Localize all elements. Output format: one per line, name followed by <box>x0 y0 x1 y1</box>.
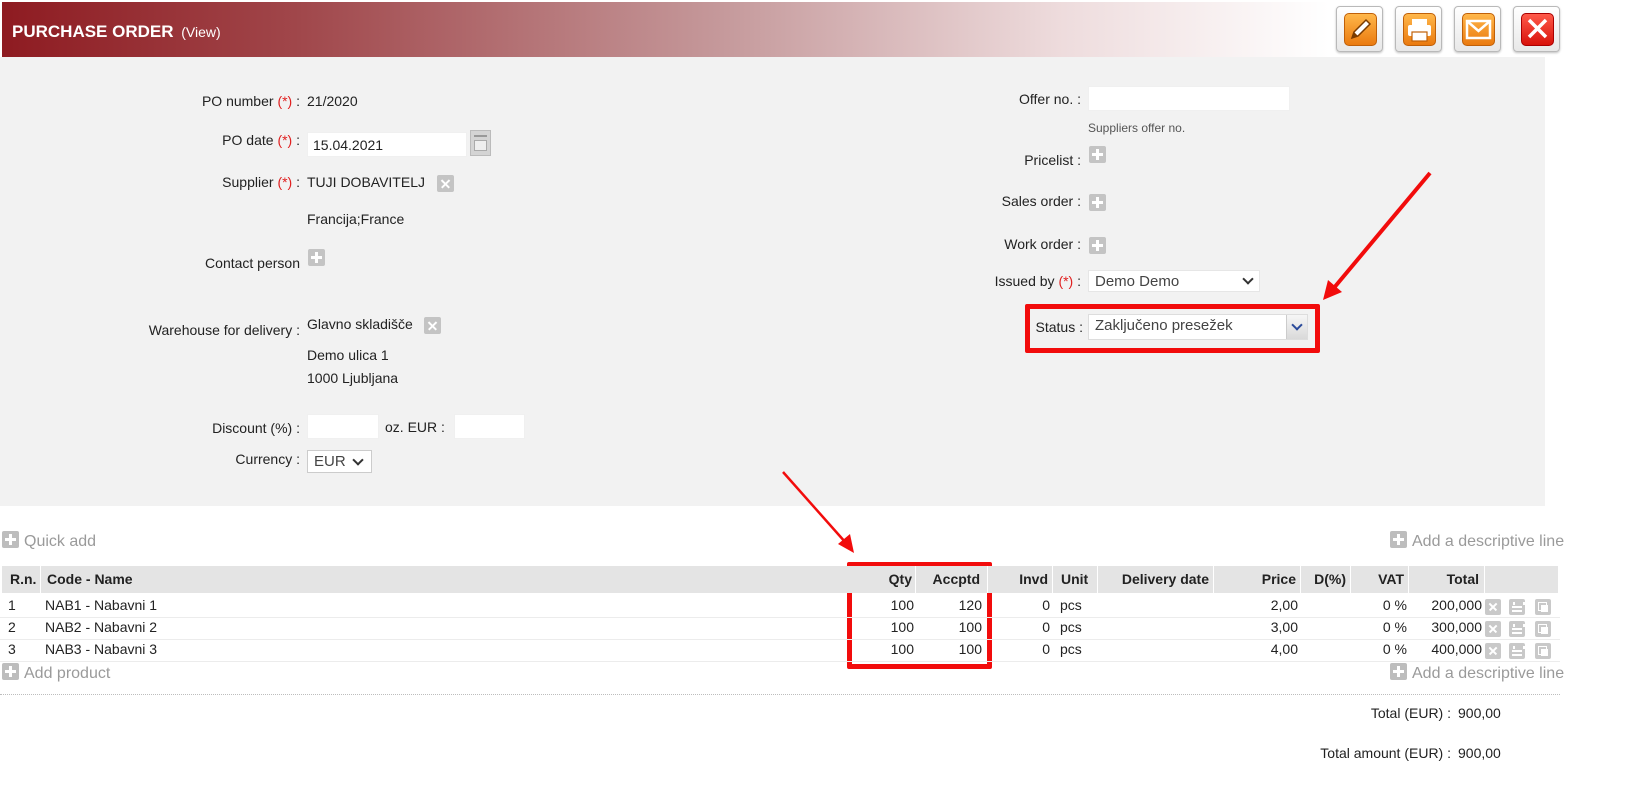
total-eur-label: Total (EUR) : <box>1370 705 1451 721</box>
row-divider <box>0 617 1560 618</box>
quick-add-link[interactable]: Quick add <box>2 531 96 551</box>
add-descriptive-line-link-bottom[interactable]: Add a descriptive line <box>1390 663 1564 683</box>
plus-icon <box>1390 531 1407 548</box>
cell-code[interactable]: NAB2 - Nabavni 2 <box>45 619 157 635</box>
cell-rn: 3 <box>8 641 16 657</box>
total-eur-value: 900,00 <box>1458 705 1501 721</box>
delete-row-icon[interactable] <box>1485 621 1501 637</box>
col-qty: Qty <box>888 571 912 587</box>
qty-arrow <box>782 471 847 544</box>
col-price: Price <box>1261 571 1296 587</box>
col-discount: D(%) <box>1314 571 1346 587</box>
move-row-icon[interactable] <box>1509 643 1525 659</box>
cell-vat: 0 % <box>1382 597 1407 613</box>
delete-row-icon[interactable] <box>1485 599 1501 615</box>
totals-divider <box>0 694 1560 695</box>
cell-code[interactable]: NAB1 - Nabavni 1 <box>45 597 157 613</box>
cell-total: 400,000 <box>1431 641 1482 657</box>
plus-icon <box>1390 663 1407 680</box>
cell-code[interactable]: NAB3 - Nabavni 3 <box>45 641 157 657</box>
col-code-name: Code - Name <box>47 571 133 587</box>
cell-vat: 0 % <box>1382 619 1407 635</box>
cell-qty: 100 <box>890 641 914 657</box>
col-unit: Unit <box>1061 571 1089 587</box>
total-amount-value: 900,00 <box>1458 745 1501 761</box>
move-row-icon[interactable] <box>1509 621 1525 637</box>
cell-accptd: 100 <box>958 619 982 635</box>
cell-unit: pcs <box>1060 641 1082 657</box>
copy-row-icon[interactable] <box>1535 643 1551 659</box>
row-divider <box>0 661 1560 662</box>
copy-row-icon[interactable] <box>1535 621 1551 637</box>
cell-price: 3,00 <box>1270 619 1298 635</box>
table-header: R.n. Code - Name Qty Accptd Invd Unit De… <box>2 566 1558 593</box>
cell-invd: 0 <box>1042 619 1050 635</box>
cell-vat: 0 % <box>1382 641 1407 657</box>
plus-icon <box>2 531 19 548</box>
col-invd: Invd <box>1019 571 1048 587</box>
cell-invd: 0 <box>1042 641 1050 657</box>
delete-row-icon[interactable] <box>1485 643 1501 659</box>
cell-invd: 0 <box>1042 597 1050 613</box>
status-arrow <box>1331 171 1432 291</box>
cell-qty: 100 <box>890 597 914 613</box>
row-divider <box>0 639 1560 640</box>
cell-accptd: 100 <box>958 641 982 657</box>
col-delivery-date: Delivery date <box>1121 571 1209 587</box>
col-total: Total <box>1446 571 1479 587</box>
add-product-link[interactable]: Add product <box>2 663 110 683</box>
cell-price: 4,00 <box>1270 641 1298 657</box>
move-row-icon[interactable] <box>1509 599 1525 615</box>
add-descriptive-line-link[interactable]: Add a descriptive line <box>1390 531 1564 551</box>
cell-qty: 100 <box>890 619 914 635</box>
cell-rn: 2 <box>8 619 16 635</box>
cell-total: 200,000 <box>1431 597 1482 613</box>
cell-total: 300,000 <box>1431 619 1482 635</box>
cell-unit: pcs <box>1060 597 1082 613</box>
copy-row-icon[interactable] <box>1535 599 1551 615</box>
annotation-arrows <box>782 171 1432 553</box>
plus-icon <box>2 663 19 680</box>
cell-unit: pcs <box>1060 619 1082 635</box>
col-vat: VAT <box>1378 571 1404 587</box>
total-amount-label: Total amount (EUR) : <box>1320 745 1451 761</box>
col-rn: R.n. <box>10 571 37 587</box>
cell-rn: 1 <box>8 597 16 613</box>
cell-accptd: 120 <box>958 597 982 613</box>
cell-price: 2,00 <box>1270 597 1298 613</box>
col-accptd: Accptd <box>932 571 980 587</box>
